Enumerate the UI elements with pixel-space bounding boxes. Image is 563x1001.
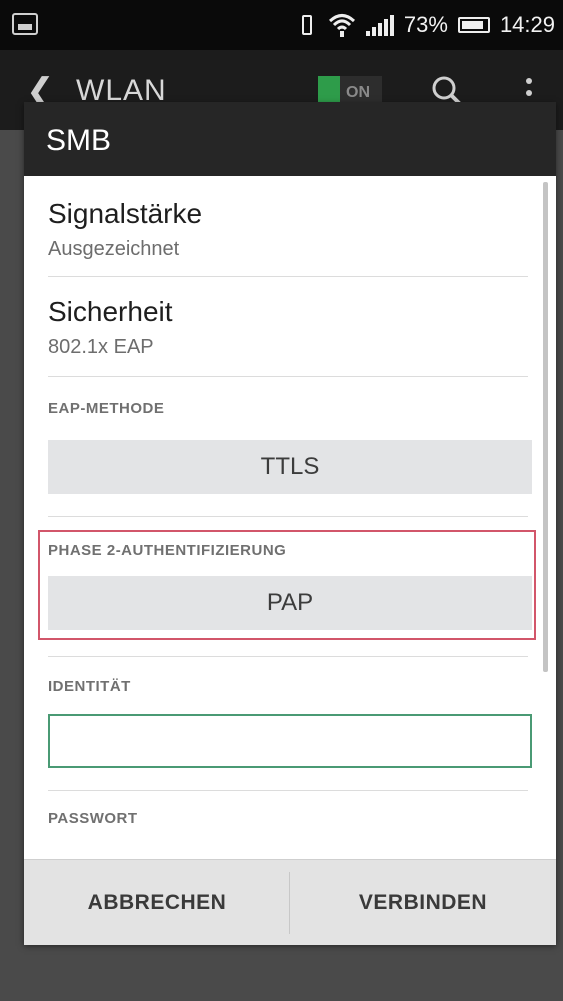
battery-icon — [457, 17, 490, 33]
signal-icon — [365, 14, 394, 36]
dialog-body[interactable]: Signalstärke Ausgezeichnet Sicherheit 80… — [24, 176, 556, 859]
eap-method-select[interactable]: TTLS — [48, 440, 532, 494]
cancel-button[interactable]: ABBRECHEN — [24, 860, 290, 945]
wifi-icon — [328, 14, 355, 37]
identity-label: IDENTITÄT — [48, 678, 131, 695]
divider — [48, 516, 528, 517]
eap-method-label: EAP-METHODE — [48, 400, 165, 417]
scrollbar[interactable] — [543, 182, 548, 672]
divider — [48, 656, 528, 657]
security-value: 802.1x EAP — [48, 336, 154, 358]
dialog-button-bar: ABBRECHEN VERBINDEN — [24, 859, 556, 945]
phase2-auth-select[interactable]: PAP — [48, 576, 532, 630]
security-label: Sicherheit — [48, 296, 173, 327]
clock: 14:29 — [499, 12, 555, 37]
dialog-title: SMB — [46, 124, 112, 157]
battery-percent: 73% — [403, 12, 448, 37]
divider — [48, 376, 528, 377]
dialog-header: SMB — [24, 102, 556, 176]
divider — [48, 790, 528, 791]
signal-strength-value: Ausgezeichnet — [48, 238, 180, 260]
wifi-dialog: SMB Signalstärke Ausgezeichnet Sicherhei… — [24, 102, 556, 945]
divider — [48, 276, 528, 277]
connect-button[interactable]: VERBINDEN — [290, 860, 556, 945]
password-label: PASSWORT — [48, 810, 138, 827]
signal-strength-label: Signalstärke — [48, 198, 203, 229]
toggle-label: ON — [346, 84, 370, 101]
vibrate-icon — [296, 13, 318, 37]
status-icons: 73% 14:29 — [296, 0, 555, 50]
identity-input[interactable] — [48, 714, 532, 768]
status-bar: 73% 14:29 — [0, 0, 563, 50]
phase2-auth-label: PHASE 2-AUTHENTIFIZIERUNG — [48, 542, 287, 559]
gallery-icon — [12, 13, 38, 35]
